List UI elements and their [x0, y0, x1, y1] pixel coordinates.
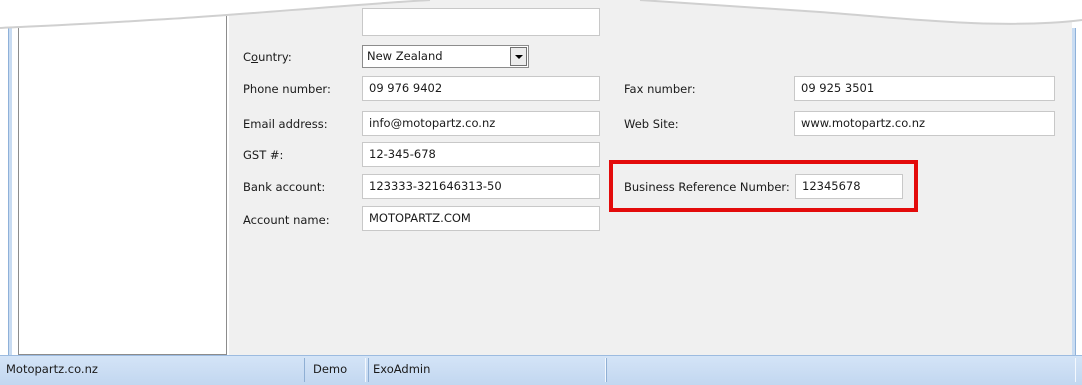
phone-label: Phone number:	[243, 82, 331, 96]
status-empty-cell	[606, 358, 1076, 382]
fax-label: Fax number:	[624, 82, 696, 96]
status-bar: Motopartz.co.nz Demo ExoAdmin	[0, 355, 1082, 385]
window-frame-left	[8, 28, 12, 358]
country-label: Country:	[243, 50, 292, 64]
fax-field[interactable]: 09 925 3501	[794, 76, 1055, 101]
country-select[interactable]: New Zealand	[362, 45, 529, 68]
navigation-tree-panel[interactable]	[18, 0, 227, 355]
address-field-partial[interactable]	[362, 8, 600, 36]
gst-label: GST #:	[243, 148, 284, 162]
account-name-field[interactable]: MOTOPARTZ.COM	[362, 206, 600, 231]
email-label: Email address:	[243, 117, 328, 131]
account-name-label: Account name:	[243, 213, 330, 227]
gst-field[interactable]: 12-345-678	[362, 142, 600, 167]
country-dropdown-button[interactable]	[510, 47, 527, 66]
highlight-box	[609, 160, 918, 212]
window-frame-right	[1072, 28, 1076, 358]
app-window: Country: New Zealand Phone number: 09 97…	[0, 0, 1082, 385]
status-user: ExoAdmin	[368, 358, 606, 382]
email-field[interactable]: info@motopartz.co.nz	[362, 111, 600, 136]
website-label: Web Site:	[624, 117, 679, 131]
status-database: Demo	[304, 358, 366, 382]
chevron-down-icon	[514, 54, 523, 59]
phone-field[interactable]: 09 976 9402	[362, 76, 600, 101]
status-company: Motopartz.co.nz	[6, 362, 98, 376]
bank-account-field[interactable]: 123333-321646313-50	[362, 174, 600, 199]
bank-account-label: Bank account:	[243, 180, 326, 194]
country-select-value: New Zealand	[367, 49, 443, 63]
website-field[interactable]: www.motopartz.co.nz	[794, 111, 1055, 136]
